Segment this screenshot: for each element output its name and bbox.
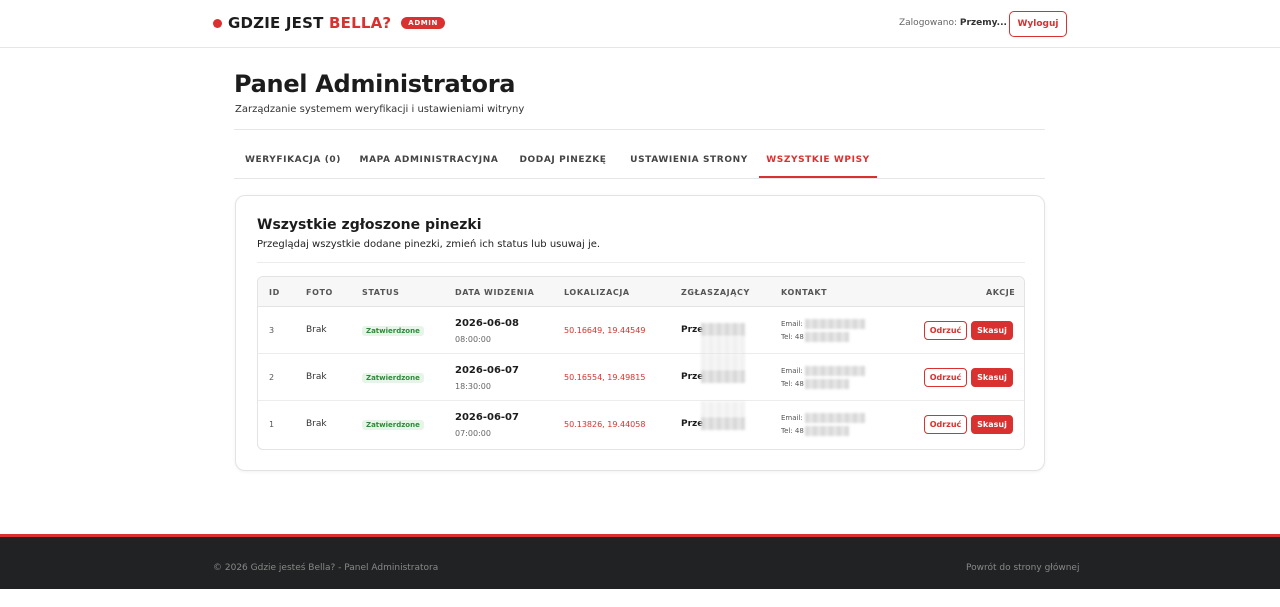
redacted-phone — [805, 426, 849, 436]
tab-admin-map[interactable]: MAPA ADMINISTRACYJNA — [352, 146, 506, 178]
tab-all-entries[interactable]: WSZYSTKIE WPISY — [759, 146, 877, 178]
table-row: 3 Brak Zatwierdzone 2026-06-08 08:00:00 … — [258, 307, 1024, 354]
column-header-status: STATUS — [362, 288, 400, 297]
row-location-link[interactable]: 50.13826, 19.44058 — [564, 420, 645, 429]
row-location-link[interactable]: 50.16554, 19.49815 — [564, 373, 645, 382]
row-id: 3 — [269, 326, 275, 335]
back-to-home-link[interactable]: Powrót do strony głównej — [966, 563, 1079, 573]
redacted-reporter-shade — [701, 336, 745, 354]
column-header-photo: FOTO — [306, 288, 333, 297]
row-email-label: Email: — [781, 320, 803, 328]
row-date: 2026-06-07 — [455, 412, 519, 423]
card-title: Wszystkie zgłoszone pinezki — [257, 217, 482, 233]
tab-site-settings[interactable]: USTAWIENIA STRONY — [620, 146, 758, 178]
row-email-label: Email: — [781, 367, 803, 375]
row-id: 1 — [269, 420, 275, 429]
card-subtitle: Przeglądaj wszystkie dodane pinezki, zmi… — [257, 239, 601, 250]
column-header-id: ID — [269, 288, 280, 297]
row-time: 08:00:00 — [455, 335, 491, 344]
status-badge: Zatwierdzone — [362, 326, 424, 336]
row-location-link[interactable]: 50.16649, 19.44549 — [564, 326, 645, 335]
row-phone-label: Tel: 48 — [781, 333, 804, 341]
column-header-contact: KONTAKT — [781, 288, 828, 297]
redacted-reporter-shade — [701, 354, 745, 370]
top-navbar: GDZIE JEST BELLA? ADMIN Zalogowano: Prze… — [0, 0, 1280, 48]
header-divider — [234, 129, 1045, 130]
redacted-email — [805, 366, 865, 376]
row-email-label: Email: — [781, 414, 803, 422]
column-header-location: LOKALIZACJA — [564, 288, 630, 297]
delete-button[interactable]: Skasuj — [971, 415, 1013, 434]
row-time: 07:00:00 — [455, 429, 491, 438]
row-photo: Brak — [306, 419, 327, 429]
column-header-date: DATA WIDZENIA — [455, 288, 535, 297]
row-phone-label: Tel: 48 — [781, 380, 804, 388]
delete-button[interactable]: Skasuj — [971, 368, 1013, 387]
row-photo: Brak — [306, 325, 327, 335]
redacted-reporter-shade — [701, 401, 745, 417]
page-subtitle: Zarządzanie systemem weryfikacji i ustaw… — [235, 104, 525, 115]
pins-table: ID FOTO STATUS DATA WIDZENIA LOKALIZACJA… — [257, 276, 1025, 450]
status-badge: Zatwierdzone — [362, 373, 424, 383]
logged-in-user: Przemy... — [959, 18, 1007, 28]
table-row: 1 Brak Zatwierdzone 2026-06-07 07:00:00 … — [258, 401, 1024, 448]
brand-name-main: GDZIE JEST — [228, 14, 329, 32]
reject-button[interactable]: Odrzuć — [924, 321, 967, 340]
table-header: ID FOTO STATUS DATA WIDZENIA LOKALIZACJA… — [258, 277, 1024, 307]
all-pins-card: Wszystkie zgłoszone pinezki Przeglądaj w… — [235, 195, 1045, 471]
row-id: 2 — [269, 373, 275, 382]
redacted-reporter — [701, 323, 745, 336]
status-badge: Zatwierdzone — [362, 420, 424, 430]
tab-verification[interactable]: WERYFIKACJA (0) — [234, 146, 352, 178]
brand-dot-icon — [213, 18, 222, 28]
tab-add-pin[interactable]: DODAJ PINEZKĘ — [506, 146, 620, 178]
redacted-phone — [805, 379, 849, 389]
card-divider — [257, 262, 1025, 263]
row-date: 2026-06-08 — [455, 318, 519, 329]
column-header-reporter: ZGŁASZAJĄCY — [681, 288, 750, 297]
reject-button[interactable]: Odrzuć — [924, 415, 967, 434]
brand-name: GDZIE JEST BELLA? — [228, 14, 391, 32]
logout-button[interactable]: Wyloguj — [1009, 11, 1067, 37]
redacted-phone — [805, 332, 849, 342]
page-title: Panel Administratora — [234, 70, 516, 98]
logged-in-label: Zalogowano: — [899, 18, 960, 28]
admin-badge: ADMIN — [401, 17, 445, 29]
brand-name-accent: BELLA? — [328, 14, 392, 32]
row-date: 2026-06-07 — [455, 365, 519, 376]
reject-button[interactable]: Odrzuć — [924, 368, 967, 387]
redacted-email — [805, 319, 865, 329]
redacted-email — [805, 413, 865, 423]
admin-tabs: WERYFIKACJA (0) MAPA ADMINISTRACYJNA DOD… — [234, 146, 1045, 179]
footer-copyright: © 2026 Gdzie jesteś Bella? - Panel Admin… — [213, 563, 439, 573]
table-row: 2 Brak Zatwierdzone 2026-06-07 18:30:00 … — [258, 354, 1024, 401]
redacted-reporter — [701, 417, 745, 430]
brand-logo[interactable]: GDZIE JEST BELLA? ADMIN — [213, 14, 445, 32]
column-header-actions: AKCJE — [986, 288, 1016, 297]
delete-button[interactable]: Skasuj — [971, 321, 1013, 340]
row-photo: Brak — [306, 372, 327, 382]
footer: © 2026 Gdzie jesteś Bella? - Panel Admin… — [0, 534, 1280, 589]
row-time: 18:30:00 — [455, 382, 491, 391]
row-phone-label: Tel: 48 — [781, 427, 804, 435]
logged-in-status: Zalogowano: Przemy... — [899, 18, 1007, 28]
redacted-reporter — [701, 370, 745, 383]
